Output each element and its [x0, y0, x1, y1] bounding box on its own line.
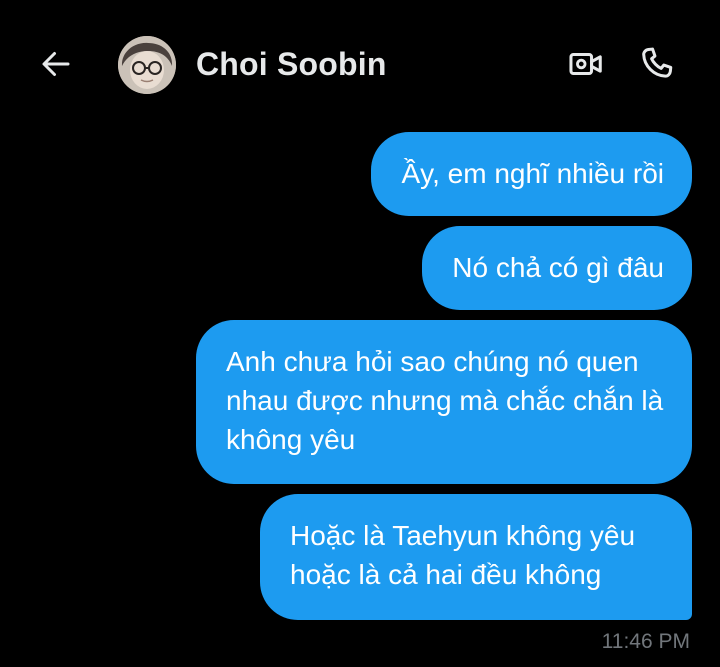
conversation-header: Choi Soobin: [0, 0, 720, 130]
avatar-image: [118, 36, 176, 94]
back-button[interactable]: [36, 44, 76, 84]
phone-icon: [642, 47, 673, 78]
message-timestamp: 11:46 PM: [601, 630, 690, 653]
avatar[interactable]: [118, 36, 176, 94]
message-bubble[interactable]: Ầy, em nghĩ nhiều rồi: [371, 132, 692, 216]
video-camera-icon: [569, 52, 602, 76]
message-bubble[interactable]: Hoặc là Taehyun không yêu hoặc là cả hai…: [260, 494, 692, 620]
phone-call-button[interactable]: [636, 42, 678, 84]
message-bubble[interactable]: Anh chưa hỏi sao chúng nó quen nhau được…: [196, 320, 692, 484]
arrow-left-icon: [42, 52, 70, 76]
video-call-button[interactable]: [566, 44, 606, 84]
contact-name[interactable]: Choi Soobin: [196, 46, 387, 83]
message-bubble[interactable]: Nó chả có gì đâu: [422, 226, 692, 310]
